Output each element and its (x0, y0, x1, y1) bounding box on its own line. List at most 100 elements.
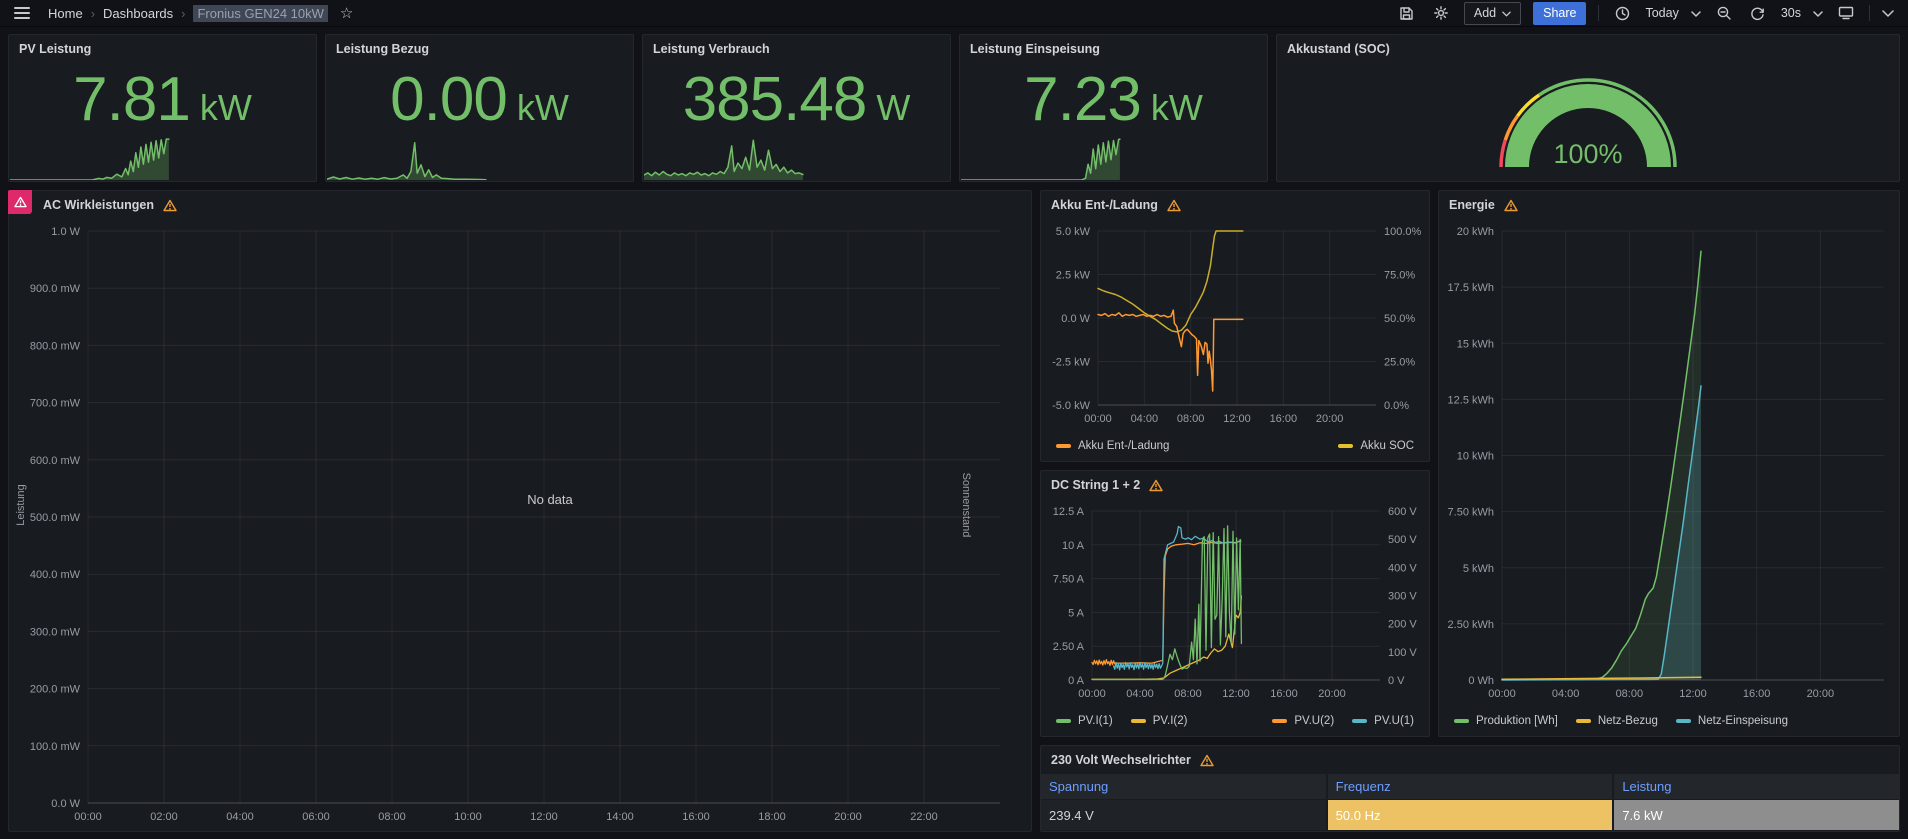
warning-triangle-icon[interactable] (1149, 479, 1163, 492)
stat-value: 0.00 (390, 69, 507, 131)
warning-triangle-icon[interactable] (163, 199, 177, 212)
legend-item-pvu1[interactable]: PV.U(1) (1352, 715, 1414, 727)
svg-text:25.0%: 25.0% (1384, 357, 1415, 369)
svg-text:0 Wh: 0 Wh (1468, 675, 1494, 687)
y-axis-label-sonnenstand: Sonnenstand (960, 472, 972, 537)
chevron-down-icon (1502, 6, 1511, 20)
akku-chart[interactable]: 00:0004:0008:0012:0016:0020:005.0 kW2.5 … (1042, 219, 1428, 431)
svg-text:200.0 mW: 200.0 mW (30, 684, 81, 696)
column-header-spannung[interactable]: Spannung (1041, 774, 1326, 799)
svg-text:0 V: 0 V (1388, 675, 1405, 687)
add-button[interactable]: Add (1464, 2, 1521, 25)
time-range-clock-icon[interactable] (1611, 2, 1633, 24)
svg-text:100%: 100% (1553, 139, 1622, 169)
save-dashboard-icon[interactable] (1396, 2, 1418, 24)
tv-mode-icon[interactable] (1835, 2, 1857, 24)
legend-item-akku-ent-ladung[interactable]: Akku Ent-/Ladung (1056, 440, 1169, 452)
legend-item-akku-soc[interactable]: Akku SOC (1338, 440, 1414, 452)
breadcrumb-home[interactable]: Home (48, 6, 83, 21)
svg-text:5 A: 5 A (1068, 607, 1085, 619)
svg-text:600.0 mW: 600.0 mW (30, 455, 81, 467)
panel-title[interactable]: AC Wirkleistungen (43, 198, 154, 212)
svg-text:20:00: 20:00 (834, 811, 862, 823)
panel-title[interactable]: Leistung Verbrauch (653, 42, 770, 56)
svg-text:15 kWh: 15 kWh (1457, 338, 1494, 350)
svg-text:900.0 mW: 900.0 mW (30, 283, 81, 295)
y-axis-label-leistung: Leistung (15, 484, 27, 526)
panel-title[interactable]: Leistung Bezug (336, 42, 429, 56)
svg-text:12:00: 12:00 (530, 811, 558, 823)
panel-title[interactable]: DC String 1 + 2 (1051, 478, 1140, 492)
stat-sparkline (644, 134, 949, 180)
stat-value: 7.81 (73, 69, 190, 131)
dc-string-chart[interactable]: 00:0004:0008:0012:0016:0020:0012.5 A10 A… (1042, 499, 1428, 706)
svg-text:16:00: 16:00 (1270, 688, 1298, 700)
svg-text:08:00: 08:00 (378, 811, 406, 823)
refresh-interval-chevron-icon[interactable] (1813, 4, 1823, 22)
stat-sparkline (961, 134, 1266, 180)
svg-text:12.5 A: 12.5 A (1053, 506, 1085, 518)
time-range-label[interactable]: Today (1645, 6, 1678, 20)
legend-item-pvu2[interactable]: PV.U(2) (1272, 715, 1334, 727)
legend-item-pvi1[interactable]: PV.I(1) (1056, 715, 1113, 727)
svg-text:100.0 mW: 100.0 mW (30, 741, 81, 753)
breadcrumb-dashboards[interactable]: Dashboards (103, 6, 173, 21)
svg-text:5 kWh: 5 kWh (1463, 563, 1494, 575)
svg-text:04:00: 04:00 (226, 811, 254, 823)
energie-chart[interactable]: 00:0004:0008:0012:0016:0020:0020 kWh17.5… (1440, 219, 1898, 706)
panel-wechselrichter-table: 230 Volt Wechselrichter Spannung Frequen… (1040, 745, 1900, 832)
svg-text:300 V: 300 V (1388, 591, 1417, 603)
cell-spannung: 239.4 V (1041, 800, 1326, 830)
svg-text:08:00: 08:00 (1177, 413, 1205, 425)
svg-text:08:00: 08:00 (1616, 688, 1644, 700)
legend: Produktion [Wh] Netz-Bezug Netz-Einspeis… (1440, 708, 1898, 734)
time-range-chevron-icon[interactable] (1691, 4, 1701, 22)
share-button[interactable]: Share (1533, 2, 1586, 25)
favorite-star-icon[interactable]: ☆ (340, 6, 353, 21)
svg-text:16:00: 16:00 (1270, 413, 1298, 425)
legend-item-produktion[interactable]: Produktion [Wh] (1454, 715, 1558, 727)
alerting-state-icon[interactable] (8, 190, 32, 214)
legend-item-netz-einspeisung[interactable]: Netz-Einspeisung (1676, 715, 1788, 727)
stat-unit: kW (517, 87, 569, 129)
svg-text:08:00: 08:00 (1174, 688, 1202, 700)
dashboard-title[interactable]: Fronius GEN24 10kW (193, 5, 327, 22)
svg-text:06:00: 06:00 (302, 811, 330, 823)
warning-triangle-icon[interactable] (1504, 199, 1518, 212)
refresh-interval-label[interactable]: 30s (1781, 6, 1801, 20)
dashboard-settings-gear-icon[interactable] (1430, 2, 1452, 24)
panel-title[interactable]: Akkustand (SOC) (1287, 42, 1390, 56)
warning-triangle-icon[interactable] (1200, 754, 1214, 767)
panel-title[interactable]: Energie (1449, 198, 1495, 212)
panel-title[interactable]: PV Leistung (19, 42, 91, 56)
stat-sparkline (327, 134, 632, 180)
panel-title[interactable]: Leistung Einspeisung (970, 42, 1100, 56)
cell-frequenz: 50.0 Hz (1328, 800, 1613, 830)
refresh-icon[interactable] (1747, 2, 1769, 24)
column-header-frequenz[interactable]: Frequenz (1328, 774, 1613, 799)
panel-title[interactable]: 230 Volt Wechselrichter (1051, 753, 1191, 767)
svg-text:200 V: 200 V (1388, 619, 1417, 631)
svg-text:20:00: 20:00 (1316, 413, 1344, 425)
svg-text:02:00: 02:00 (150, 811, 178, 823)
ac-wirkleistungen-chart[interactable]: 00:0002:0004:0006:0008:0010:0012:0014:00… (10, 219, 1030, 829)
warning-triangle-icon[interactable] (1167, 199, 1181, 212)
panel-leistung-verbrauch: Leistung Verbrauch 385.48W (642, 34, 951, 182)
panel-akkustand-soc: Akkustand (SOC) 100% (1276, 34, 1900, 182)
panel-pv-leistung: PV Leistung 7.81kW (8, 34, 317, 182)
svg-text:0.0 W: 0.0 W (1061, 313, 1090, 325)
stat-unit: kW (200, 87, 252, 129)
legend-item-pvi2[interactable]: PV.I(2) (1131, 715, 1188, 727)
zoom-out-time-icon[interactable] (1713, 2, 1735, 24)
svg-text:12:00: 12:00 (1679, 688, 1707, 700)
svg-text:10 A: 10 A (1062, 540, 1085, 552)
svg-text:100 V: 100 V (1388, 647, 1417, 659)
panel-title[interactable]: Akku Ent-/Ladung (1051, 198, 1158, 212)
svg-text:2.50 A: 2.50 A (1053, 641, 1085, 653)
column-header-leistung[interactable]: Leistung (1614, 774, 1899, 799)
legend-item-netz-bezug[interactable]: Netz-Bezug (1576, 715, 1658, 727)
svg-text:5.0 kW: 5.0 kW (1056, 226, 1091, 238)
menu-toggle-icon[interactable] (14, 7, 30, 19)
svg-text:0.0%: 0.0% (1384, 400, 1409, 412)
toolbar-collapse-chevron-icon[interactable] (1882, 4, 1894, 22)
